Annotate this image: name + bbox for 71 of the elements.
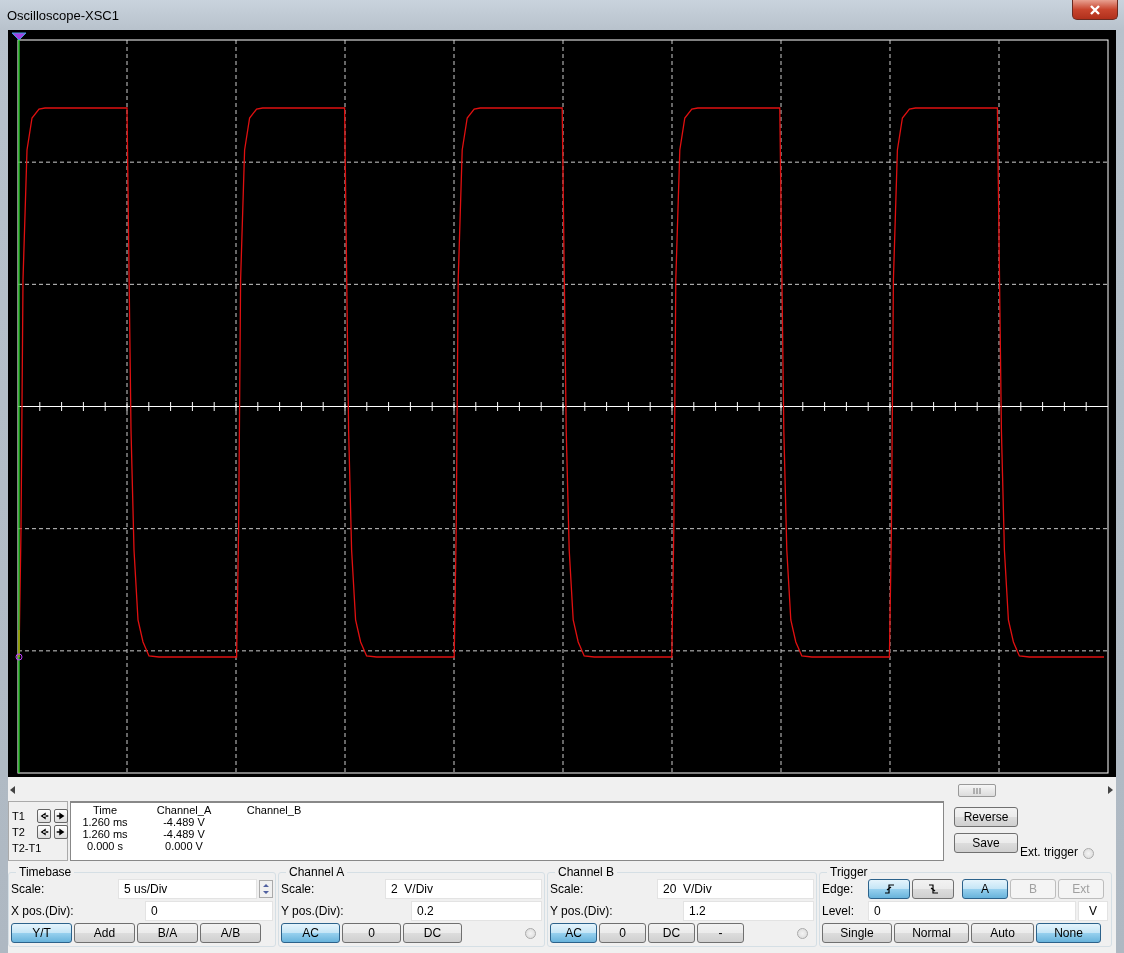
ext-trigger-label: Ext. trigger <box>1020 845 1079 859</box>
toggle-button[interactable]: DC <box>648 923 695 943</box>
table-cell-text: 1.260 ms <box>81 816 129 828</box>
group-title: Channel B <box>557 865 616 879</box>
cursor-marker-icon[interactable] <box>11 32 27 41</box>
cursor-left-button[interactable] <box>37 808 51 823</box>
toggle-button[interactable]: None <box>1036 923 1101 943</box>
radio-button[interactable] <box>797 927 808 939</box>
column-header: Channel_B <box>245 804 303 816</box>
column-header: Time <box>91 804 118 816</box>
toggle-button[interactable]: Y/T <box>11 923 72 943</box>
action-button[interactable]: Save <box>954 833 1018 853</box>
radio-button[interactable] <box>1083 848 1095 859</box>
cursor-right-button[interactable] <box>54 824 68 839</box>
scroll-left-icon[interactable] <box>10 786 16 794</box>
group-title: Trigger <box>829 865 869 879</box>
radio-button[interactable] <box>525 927 536 939</box>
edge-button[interactable] <box>868 879 910 899</box>
toggle-button[interactable]: - <box>697 923 744 943</box>
group-title: Channel A <box>288 865 346 879</box>
window-title: Oscilloscope-XSC1 <box>7 7 119 23</box>
table-cell-text: 1.260 ms <box>81 828 129 840</box>
rising-edge-icon <box>882 883 896 895</box>
table-cell-text: -4.489 V <box>162 828 206 840</box>
toggle-button[interactable]: DC <box>403 923 462 943</box>
unit-label: V <box>1078 901 1108 921</box>
close-button[interactable] <box>1072 0 1118 20</box>
field-label: Scale: <box>11 882 46 896</box>
toggle-button[interactable]: AC <box>281 923 340 943</box>
cursor-label: T2-T1 <box>12 841 42 854</box>
toggle-button[interactable]: A <box>962 879 1008 899</box>
close-icon <box>1089 4 1101 15</box>
cursor-label: T1 <box>12 809 26 822</box>
toggle-button[interactable]: A/B <box>200 923 261 943</box>
cursor-label: T2 <box>12 825 26 838</box>
table-cell-text: 0.000 s <box>85 840 125 852</box>
falling-edge-icon <box>926 883 940 895</box>
action-button[interactable]: Reverse <box>954 807 1018 827</box>
toggle-button[interactable]: Add <box>74 923 135 943</box>
edge-button[interactable] <box>912 879 954 899</box>
toggle-button[interactable]: Auto <box>971 923 1034 943</box>
field-label: Level: <box>822 904 856 918</box>
table-cell-text: 0.000 V <box>164 840 204 852</box>
field-label: Scale: <box>550 882 585 896</box>
cursor-marker-icon[interactable] <box>15 653 23 661</box>
input-field[interactable]: 2 V/Div <box>385 879 542 899</box>
field-label: X pos.(Div): <box>11 904 75 918</box>
toggle-button[interactable]: Normal <box>894 923 969 943</box>
group-title: Timebase <box>18 865 73 879</box>
field-label: Edge: <box>822 882 855 896</box>
field-label: Y pos.(Div): <box>281 904 345 918</box>
toggle-button[interactable]: Single <box>822 923 892 943</box>
toggle-button[interactable]: B/A <box>137 923 198 943</box>
input-field[interactable]: 0 <box>145 901 273 921</box>
input-field[interactable]: 5 us/Div <box>118 879 257 899</box>
column-header: Channel_A <box>155 804 213 816</box>
input-field[interactable]: 20 V/Div <box>657 879 814 899</box>
toggle-button[interactable]: 0 <box>342 923 401 943</box>
scroll-right-icon[interactable] <box>1108 786 1114 794</box>
toggle-button[interactable]: AC <box>550 923 597 943</box>
spin-buttons-icon[interactable] <box>259 880 273 898</box>
toggle-button[interactable]: 0 <box>599 923 646 943</box>
cursor-right-button[interactable] <box>54 808 68 823</box>
table-cell-text: -4.489 V <box>162 816 206 828</box>
input-field[interactable]: 1.2 <box>683 901 814 921</box>
input-field[interactable]: 0 <box>868 901 1076 921</box>
cursor-left-button[interactable] <box>37 824 51 839</box>
field-label: Scale: <box>281 882 316 896</box>
scrollbar-thumb[interactable] <box>958 784 996 797</box>
input-field[interactable]: 0.2 <box>411 901 542 921</box>
field-label: Y pos.(Div): <box>550 904 614 918</box>
